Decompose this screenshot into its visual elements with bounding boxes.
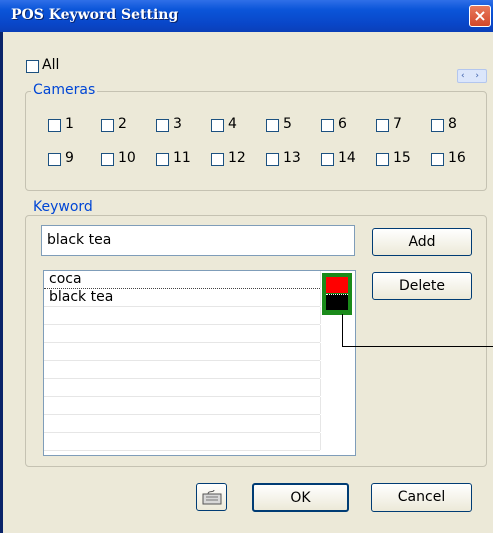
camera-label-15: 15 <box>393 150 411 166</box>
delete-button[interactable]: Delete <box>372 272 472 300</box>
column-separator <box>320 271 321 288</box>
pos-keyword-setting-dialog: POS Keyword Setting × All ‹ › Cameras 12… <box>0 0 493 533</box>
cameras-group-label: Cameras <box>31 82 98 98</box>
camera-checkbox-1[interactable] <box>48 119 61 132</box>
color-swatch[interactable] <box>326 294 348 310</box>
column-separator <box>320 289 321 306</box>
add-button-label: Add <box>408 234 436 250</box>
keyword-list-text: black tea <box>49 289 114 305</box>
camera-label-1: 1 <box>65 116 74 132</box>
keyword-color-swatches[interactable] <box>322 273 352 315</box>
camera-label-9: 9 <box>65 150 74 166</box>
camera-checkbox-4[interactable] <box>211 119 224 132</box>
keyword-list-text: coca <box>49 271 82 287</box>
ok-button-label: OK <box>290 490 311 506</box>
camera-page-arrows[interactable]: ‹ › <box>457 69 487 83</box>
camera-label-2: 2 <box>118 116 127 132</box>
column-separator <box>320 379 321 396</box>
camera-label-7: 7 <box>393 116 402 132</box>
keyword-group-label: Keyword <box>31 199 95 215</box>
camera-label-13: 13 <box>283 150 301 166</box>
column-separator <box>320 343 321 360</box>
column-separator <box>320 397 321 414</box>
keyboard-button[interactable] <box>196 483 227 511</box>
column-separator <box>320 361 321 378</box>
camera-label-11: 11 <box>173 150 191 166</box>
keyword-list-row <box>44 397 321 415</box>
keyword-list-row <box>44 379 321 397</box>
camera-label-3: 3 <box>173 116 182 132</box>
close-button[interactable]: × <box>469 5 491 27</box>
camera-label-12: 12 <box>228 150 246 166</box>
camera-checkbox-11[interactable] <box>156 153 169 166</box>
camera-checkbox-14[interactable] <box>321 153 334 166</box>
camera-checkbox-2[interactable] <box>101 119 114 132</box>
title-bar: POS Keyword Setting × <box>0 0 493 32</box>
callout-line-vertical <box>342 314 343 346</box>
add-button[interactable]: Add <box>372 228 472 256</box>
keyword-input[interactable]: black tea <box>41 225 355 256</box>
camera-label-8: 8 <box>448 116 457 132</box>
camera-label-5: 5 <box>283 116 292 132</box>
camera-checkbox-13[interactable] <box>266 153 279 166</box>
camera-checkbox-10[interactable] <box>101 153 114 166</box>
camera-checkbox-15[interactable] <box>376 153 389 166</box>
keyword-input-value: black tea <box>47 232 112 248</box>
all-checkbox[interactable] <box>26 60 39 73</box>
keyword-list-row <box>44 325 321 343</box>
keyword-list-row <box>44 415 321 433</box>
camera-checkbox-9[interactable] <box>48 153 61 166</box>
keyword-list-row[interactable]: coca <box>44 271 321 289</box>
camera-checkbox-12[interactable] <box>211 153 224 166</box>
all-checkbox-label: All <box>42 57 60 73</box>
camera-label-4: 4 <box>228 116 237 132</box>
camera-checkbox-7[interactable] <box>376 119 389 132</box>
cameras-group <box>25 91 487 191</box>
keyboard-icon <box>202 489 221 505</box>
keyword-list-row[interactable]: black tea <box>44 289 321 307</box>
delete-button-label: Delete <box>399 278 445 294</box>
window-title: POS Keyword Setting <box>11 7 179 23</box>
keyword-list[interactable]: coca black tea <box>43 270 356 456</box>
column-separator <box>320 433 321 450</box>
keyword-list-row <box>44 433 321 451</box>
keyword-list-row <box>44 307 321 325</box>
camera-label-14: 14 <box>338 150 356 166</box>
camera-checkbox-16[interactable] <box>431 153 444 166</box>
cancel-button-label: Cancel <box>397 489 446 505</box>
camera-checkbox-8[interactable] <box>431 119 444 132</box>
column-separator <box>320 307 321 324</box>
callout-line-horizontal <box>342 346 493 347</box>
camera-label-6: 6 <box>338 116 347 132</box>
color-swatch[interactable] <box>326 277 348 293</box>
camera-label-10: 10 <box>118 150 136 166</box>
cancel-button[interactable]: Cancel <box>371 483 472 512</box>
column-separator <box>320 325 321 342</box>
column-separator <box>320 415 321 432</box>
keyword-list-row <box>44 343 321 361</box>
close-icon: × <box>473 6 487 25</box>
camera-checkbox-3[interactable] <box>156 119 169 132</box>
camera-label-16: 16 <box>448 150 466 166</box>
camera-checkbox-6[interactable] <box>321 119 334 132</box>
ok-button[interactable]: OK <box>252 483 349 512</box>
camera-checkbox-5[interactable] <box>266 119 279 132</box>
keyword-list-row <box>44 361 321 379</box>
